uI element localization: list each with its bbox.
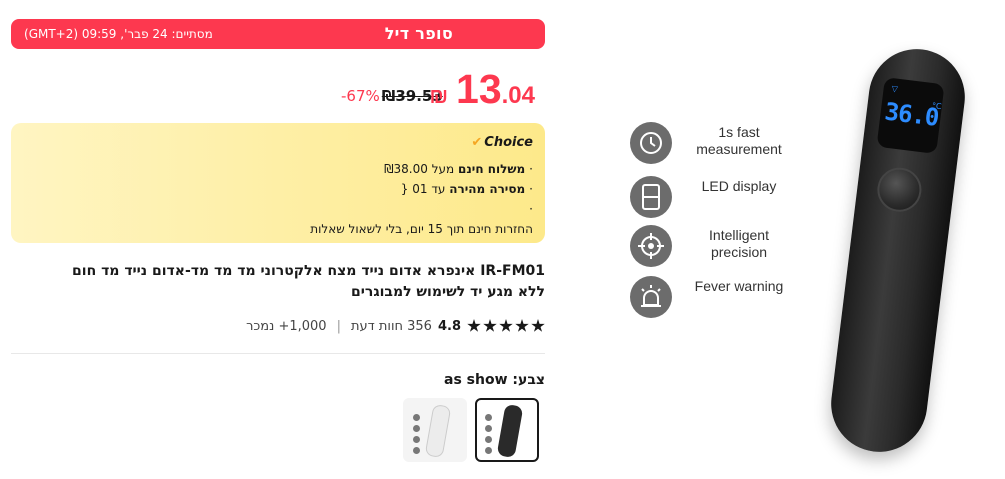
star-icon — [499, 319, 513, 332]
star-icon — [467, 319, 481, 332]
rating-score: 4.8 — [437, 318, 461, 334]
product-info-panel: סופר דיל מסתיים: 24 פבר', 09:59 (GMT+2) … — [11, 0, 545, 479]
color-selector-label: צבע: as show — [444, 372, 545, 388]
benefit-title: משלוח חינם — [458, 162, 526, 176]
feature-intelligent-precision: Intelligent precision — [630, 225, 820, 269]
discount-percent: -67% — [341, 87, 380, 105]
deal-title: סופר דיל — [384, 24, 453, 43]
choice-badge: ✔ Choice — [471, 135, 533, 150]
benefit-fast-delivery: ·מסירה מהירה עד 01 { — [400, 182, 533, 196]
feature-fast-measurement: 1s fast measurement — [630, 122, 820, 166]
star-icon — [531, 319, 545, 332]
crosshair-icon — [630, 225, 672, 267]
measure-button — [874, 165, 924, 215]
sold-count: 1,000+ נמכר — [246, 318, 327, 334]
feature-text: 1s fast measurement — [696, 124, 782, 157]
feature-fever-warning: Fever warning — [630, 276, 820, 320]
display-unit: °C — [931, 101, 942, 112]
super-deal-banner: סופר דיל מסתיים: 24 פבר', 09:59 (GMT+2) — [11, 19, 545, 49]
star-rating — [467, 319, 545, 333]
star-icon — [483, 319, 497, 332]
deal-ends-time: 24 פבר', 09:59 (GMT+2) — [24, 27, 168, 41]
price-row: -67% ₪39.53 ₪ 13.04 — [11, 66, 545, 118]
feature-text: Fever warning — [694, 278, 784, 294]
choice-benefits-box[interactable]: ✔ Choice ·משלוח חינם מעל ₪38.00 ·מסירה מ… — [11, 123, 545, 243]
choice-benefit-list: ·משלוח חינם מעל ₪38.00 ·מסירה מהירה עד 0… — [310, 159, 533, 239]
benefit-empty: · — [529, 202, 533, 216]
feature-text: Intelligent precision — [709, 227, 769, 260]
benefit-text: מעל ₪38.00 — [384, 162, 455, 176]
star-icon — [515, 319, 529, 332]
alarm-icon — [630, 276, 672, 318]
thermometer-thumbnail — [496, 403, 524, 459]
product-title: IR-FM01 אינפרא אדום נייד מצח אלקטרוני מד… — [72, 263, 545, 300]
color-options — [403, 398, 539, 462]
benefit-free-shipping: ·משלוח חינם מעל ₪38.00 — [384, 162, 533, 176]
benefit-text: החזרות חינם תוך 15 יום, בלי לשאול שאלות — [310, 222, 533, 236]
check-icon: ✔ — [471, 135, 483, 150]
color-option-white[interactable] — [403, 398, 467, 462]
clock-icon — [630, 122, 672, 164]
separator: | — [336, 318, 341, 334]
thermometer-thumbnail — [424, 403, 452, 459]
benefit-title: מסירה מהירה — [449, 182, 526, 196]
feature-text: LED display — [701, 178, 777, 194]
color-value: as show — [444, 372, 508, 388]
thermometer-device: ▽ 36.0 °C — [825, 43, 971, 458]
product-image[interactable]: 1s fast measurement LED display Intellig… — [560, 0, 1005, 479]
led-digit-icon — [630, 176, 672, 218]
color-label: צבע: — [512, 372, 545, 388]
currency-symbol: ₪ — [429, 85, 449, 108]
review-count[interactable]: 356 חוות דעת — [351, 319, 432, 334]
sensor-icon: ▽ — [891, 84, 899, 94]
color-option-black[interactable] — [475, 398, 539, 462]
benefit-free-returns: החזרות חינם תוך 15 יום, בלי לשאול שאלות — [310, 219, 533, 239]
feature-led-display: LED display — [630, 176, 820, 220]
rating-row[interactable]: 4.8 356 חוות דעת | 1,000+ נמכר — [246, 316, 545, 336]
deal-ends-label: מסתיים: — [171, 27, 213, 41]
divider — [11, 353, 545, 354]
price-decimal: .04 — [501, 82, 535, 109]
deal-countdown: מסתיים: 24 פבר', 09:59 (GMT+2) — [24, 27, 213, 41]
price-integer: 13 — [456, 66, 502, 112]
old-price-block: -67% ₪39.53 — [341, 87, 443, 105]
current-price: ₪ 13.04 — [429, 66, 535, 113]
benefit-text: עד 01 { — [400, 182, 446, 196]
led-screen: ▽ 36.0 °C — [876, 77, 945, 154]
choice-label: Choice — [484, 135, 533, 150]
